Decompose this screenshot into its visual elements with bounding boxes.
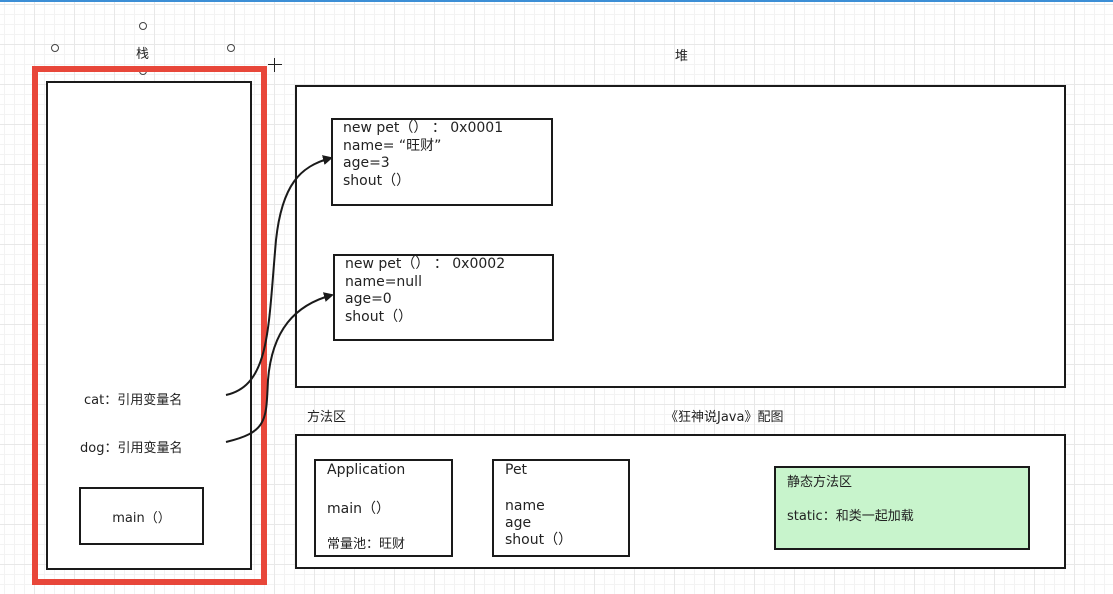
cat-reference-arrow[interactable] <box>225 155 333 396</box>
crosshair-cursor-icon <box>268 58 282 72</box>
reference-arrows <box>225 155 334 443</box>
dog-reference-arrow[interactable] <box>225 292 334 443</box>
